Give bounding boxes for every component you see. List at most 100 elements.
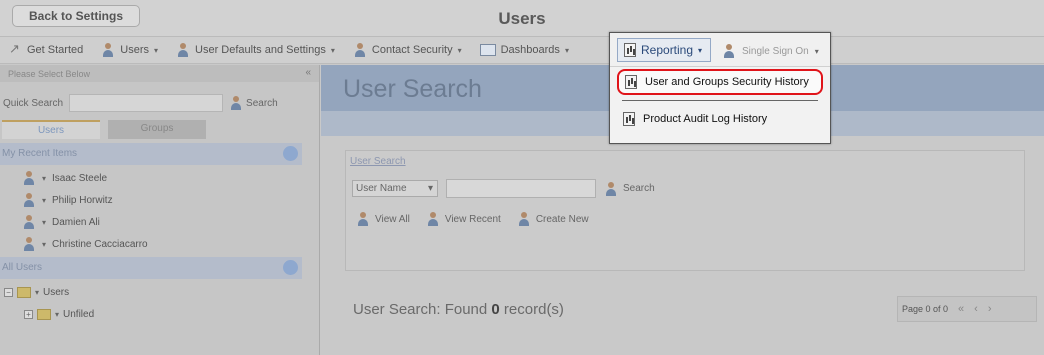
search-field-value: User Name — [356, 183, 407, 194]
menu-users-label: Users — [120, 44, 149, 56]
search-results-summary: User Search: Found 0 record(s) — [353, 301, 564, 318]
menu-contact-security[interactable]: Contact Security ▾ — [353, 43, 462, 57]
list-item[interactable]: ▾ Philip Horwitz — [22, 189, 148, 211]
create-new-label: Create New — [535, 213, 589, 225]
single-sign-on-menu[interactable]: Single Sign On ▾ — [722, 44, 819, 58]
reporting-dropdown-list: User and Groups Security History Product… — [610, 66, 830, 143]
reporting-button[interactable]: Reporting ▾ — [617, 38, 711, 62]
help-icon[interactable] — [283, 146, 298, 161]
found-count: 0 — [491, 301, 500, 318]
rocket-icon — [8, 41, 22, 57]
menu-user-defaults-label: User Defaults and Settings — [195, 44, 326, 56]
menu-contact-security-label: Contact Security — [371, 44, 453, 56]
reporting-menu: Reporting ▾ Single Sign On ▾ User and Gr… — [609, 32, 831, 144]
menu-item-product-audit-log-history[interactable]: Product Audit Log History — [617, 106, 823, 132]
tree-node-users[interactable]: − ▾ Users — [4, 281, 94, 303]
collapse-icon[interactable]: « — [305, 67, 311, 78]
menu-user-defaults[interactable]: User Defaults and Settings ▾ — [176, 43, 335, 57]
help-icon[interactable] — [283, 260, 298, 275]
recent-item-label: Christine Cacciacarro — [52, 238, 148, 250]
list-item[interactable]: ▾ Christine Cacciacarro — [22, 233, 148, 255]
folder-icon — [37, 308, 51, 320]
sidebar: Please Select Below « Quick Search Searc… — [0, 65, 320, 355]
all-users-title: All Users — [2, 262, 43, 273]
caret-down-icon: ▾ — [330, 45, 335, 55]
list-item[interactable]: ▾ Isaac Steele — [22, 167, 148, 189]
caret-down-icon: ▾ — [564, 45, 569, 55]
menu-item-user-groups-security-history[interactable]: User and Groups Security History — [617, 69, 823, 95]
tree-expander[interactable]: − — [4, 287, 13, 297]
caret-down-icon: ▾ — [55, 309, 60, 319]
recent-items-list: ▾ Isaac Steele ▾ Philip Horwitz ▾ Damien… — [22, 167, 148, 255]
quick-search-input[interactable] — [69, 94, 224, 112]
folder-icon — [17, 286, 31, 298]
tree-node-label: Unfiled — [63, 308, 95, 320]
caret-down-icon: ▾ — [457, 45, 462, 55]
sidebar-header-label: Please Select Below — [8, 69, 91, 79]
person-icon — [22, 193, 36, 207]
recent-item-label: Damien Ali — [52, 216, 100, 228]
found-prefix: User Search: Found — [353, 301, 488, 318]
first-page-icon[interactable]: « — [958, 303, 964, 315]
pager: Page 0 of 0 « ‹ › — [897, 296, 1037, 322]
menu-item-label: User and Groups Security History — [645, 76, 809, 88]
menu-dashboards-label: Dashboards — [500, 44, 560, 56]
top-bar: Back to Settings Users — [0, 0, 1044, 36]
view-all-button[interactable]: View All — [356, 212, 410, 226]
search-button[interactable]: Search — [604, 181, 655, 196]
background-page: Back to Settings Users Get Started Users… — [0, 0, 1044, 355]
quick-search-button-label: Search — [246, 97, 278, 109]
report-icon — [624, 43, 636, 57]
user-search-link[interactable]: User Search — [350, 156, 406, 167]
pager-label: Page 0 of 0 — [902, 304, 949, 314]
person-icon — [22, 215, 36, 229]
tab-groups[interactable]: Groups — [108, 120, 206, 139]
menu-bar: Get Started Users ▾ User Defaults and Se… — [0, 36, 1044, 64]
prev-page-icon[interactable]: ‹ — [974, 303, 978, 315]
view-recent-button[interactable]: View Recent — [426, 212, 501, 226]
tab-users[interactable]: Users — [2, 120, 100, 139]
next-page-icon[interactable]: › — [988, 303, 992, 315]
chevron-down-icon: ▾ — [427, 183, 433, 194]
search-button-label: Search — [623, 183, 655, 194]
search-field-select[interactable]: User Name ▾ — [352, 180, 438, 197]
menu-item-label: Product Audit Log History — [643, 113, 768, 125]
person-add-icon — [517, 212, 531, 226]
list-item[interactable]: ▾ Damien Ali — [22, 211, 148, 233]
search-input[interactable] — [446, 179, 596, 198]
tree-node-label: Users — [43, 286, 70, 298]
create-new-button[interactable]: Create New — [517, 212, 589, 226]
person-icon — [722, 44, 736, 58]
report-icon — [623, 112, 635, 126]
single-sign-on-label: Single Sign On — [742, 45, 809, 57]
reporting-label: Reporting — [641, 43, 694, 57]
person-icon — [176, 43, 190, 57]
quick-search-button[interactable]: Search — [229, 96, 278, 110]
caret-down-icon: ▾ — [42, 173, 47, 183]
sidebar-header: Please Select Below « — [0, 65, 319, 82]
quick-search-label: Quick Search — [3, 97, 64, 109]
tree-expander[interactable]: + — [24, 309, 33, 319]
person-icon — [353, 43, 367, 57]
person-icon — [101, 43, 115, 57]
menu-divider — [622, 100, 818, 101]
sidebar-tabs: Users Groups — [2, 120, 206, 139]
all-users-header: All Users — [0, 257, 302, 279]
recent-items-header: My Recent Items — [0, 143, 302, 165]
menu-get-started[interactable]: Get Started — [8, 41, 83, 57]
recent-item-label: Philip Horwitz — [52, 194, 113, 206]
caret-down-icon: ▾ — [814, 46, 819, 56]
caret-down-icon: ▾ — [35, 287, 40, 297]
search-actions: View All View Recent Create New — [356, 212, 589, 226]
page-title: Users — [498, 9, 546, 28]
menu-users[interactable]: Users ▾ — [101, 43, 158, 57]
users-tree: − ▾ Users + ▾ Unfiled — [4, 281, 94, 325]
tree-node-unfiled[interactable]: + ▾ Unfiled — [4, 303, 94, 325]
quick-search: Quick Search Search — [3, 92, 313, 114]
menu-dashboards[interactable]: Dashboards ▾ — [479, 44, 569, 56]
caret-down-icon: ▾ — [698, 45, 703, 55]
person-icon — [22, 171, 36, 185]
caret-down-icon: ▾ — [42, 217, 47, 227]
caret-down-icon: ▾ — [42, 195, 47, 205]
person-icon — [356, 212, 370, 226]
